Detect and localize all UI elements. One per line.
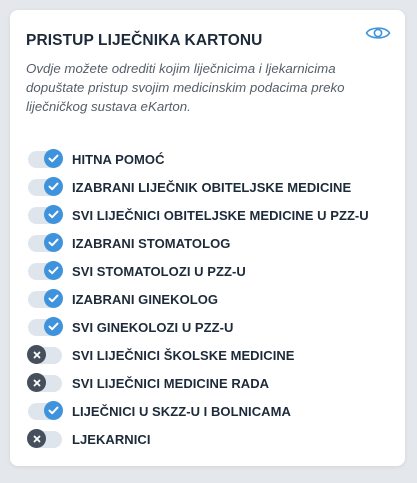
card-title: PRISTUP LIJEČNIKA KARTONU [26,32,263,49]
close-icon [27,345,46,364]
permission-item: SVI STOMATOLOZI U PZZ-U [26,257,389,285]
permission-list: HITNA POMOĆ IZABRANI LIJEČNIK OBITELJSKE… [26,145,389,453]
permission-item: IZABRANI GINEKOLOG [26,285,389,313]
permission-toggle[interactable] [28,233,63,252]
permission-label: SVI LIJEČNICI ŠKOLSKE MEDICINE [72,347,295,363]
permission-label: IZABRANI STOMATOLOG [72,235,231,251]
access-card: PRISTUP LIJEČNIKA KARTONU Ovdje možete o… [10,10,405,466]
permission-item: HITNA POMOĆ [26,145,389,173]
check-icon [44,233,63,252]
permission-item: SVI LIJEČNICI ŠKOLSKE MEDICINE [26,341,389,369]
permission-label: LIJEČNICI U SKZZ-U I BOLNICAMA [72,403,291,419]
permission-item: SVI LIJEČNICI OBITELJSKE MEDICINE U PZZ-… [26,201,389,229]
permission-label: IZABRANI LIJEČNIK OBITELJSKE MEDICINE [72,179,352,195]
permission-toggle[interactable] [28,149,63,168]
permission-item: LJEKARNICI [26,425,389,453]
check-icon [44,261,63,280]
permission-toggle[interactable] [28,317,63,336]
permission-label: SVI LIJEČNICI MEDICINE RADA [72,375,270,391]
permission-item: IZABRANI STOMATOLOG [26,229,389,257]
close-icon [27,429,46,448]
permission-toggle[interactable] [27,345,62,364]
check-icon [44,289,63,308]
permission-label: SVI LIJEČNICI OBITELJSKE MEDICINE U PZZ-… [72,207,369,223]
permission-toggle[interactable] [28,401,63,420]
permission-label: LJEKARNICI [72,431,151,447]
permission-label: SVI GINEKOLOZI U PZZ-U [72,319,234,335]
permission-item: IZABRANI LIJEČNIK OBITELJSKE MEDICINE [26,173,389,201]
eye-icon[interactable] [365,24,391,42]
permission-label: IZABRANI GINEKOLOG [72,291,219,307]
permission-label: HITNA POMOĆ [72,151,165,167]
permission-item: LIJEČNICI U SKZZ-U I BOLNICAMA [26,397,389,425]
card-description: Ovdje možete odrediti kojim liječnicima … [26,61,345,114]
permission-toggle[interactable] [27,373,62,392]
permission-item: SVI LIJEČNICI MEDICINE RADA [26,369,389,397]
permission-toggle[interactable] [28,177,63,196]
permission-toggle[interactable] [28,261,63,280]
permission-toggle[interactable] [27,429,62,448]
permission-toggle[interactable] [28,205,63,224]
permission-toggle[interactable] [28,289,63,308]
check-icon [44,205,63,224]
check-icon [44,149,63,168]
check-icon [44,317,63,336]
permission-item: SVI GINEKOLOZI U PZZ-U [26,313,389,341]
check-icon [44,401,63,420]
close-icon [27,373,46,392]
permission-label: SVI STOMATOLOZI U PZZ-U [72,263,246,279]
check-icon [44,177,63,196]
